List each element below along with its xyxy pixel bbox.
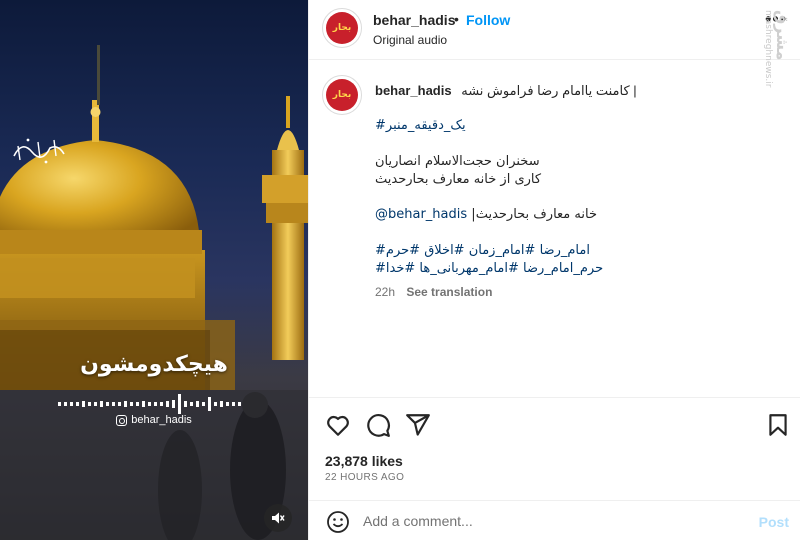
video-overlay-handle-text: behar_hadis: [131, 414, 192, 426]
watermark-logo-text: مشرق: [773, 10, 792, 61]
heart-icon[interactable]: [325, 412, 351, 438]
bookmark-icon[interactable]: [765, 412, 791, 438]
shrine-scene-image: [0, 45, 308, 540]
caption-speaker: سخنران حجت‌الاسلام انصاریان: [375, 154, 540, 169]
caption-avatar-logo-text: بحار: [332, 90, 352, 100]
emoji-icon[interactable]: [326, 510, 350, 534]
post-media-video[interactable]: هیچکدومشون behar_hadis: [0, 0, 308, 540]
comment-bar: Post: [309, 500, 800, 540]
audio-link[interactable]: Original audio: [373, 33, 447, 47]
caption-mention-row: @behar_hadis |خانه معارف بحارحدیث: [375, 206, 597, 224]
see-translation-button[interactable]: See translation: [406, 285, 492, 299]
likes-count[interactable]: 23,878 likes: [325, 453, 403, 469]
post-header: بحار behar_hadis • Follow Original audio…: [309, 0, 800, 60]
comment-input[interactable]: [363, 509, 743, 533]
caption-hashtags-row1: #امام_رضا #امام_زمان #اخلاق #حرم: [375, 242, 590, 260]
hashtags-link-row2[interactable]: #حرم_امام_رضا #امام_مهربانی_ها #خدا: [375, 261, 603, 276]
behar-hadis-logo-icon: [13, 138, 65, 164]
post-comment-button[interactable]: Post: [759, 514, 789, 530]
author-username[interactable]: behar_hadis: [373, 12, 455, 28]
separator-dot: •: [454, 11, 459, 27]
caption-meta: 22h See translation: [375, 285, 492, 299]
post-date[interactable]: 22 HOURS AGO: [325, 472, 404, 483]
mention-link[interactable]: @behar_hadis: [375, 207, 467, 222]
instagram-icon: [116, 414, 128, 426]
caption-hashtags-row2: #حرم_امام_رضا #امام_مهربانی_ها #خدا: [375, 260, 603, 278]
caption-hashtag-minbar-row: #یک_دقیقه_منبر: [375, 117, 466, 135]
comment-icon[interactable]: [365, 412, 391, 438]
caption-area: بحار behar_hadis کامنت یاامام رضا فراموش…: [309, 61, 800, 397]
caption-production: کاری از خانه معارف بحارحدیث: [375, 172, 542, 187]
share-icon[interactable]: [405, 412, 431, 438]
post-details-panel: بحار behar_hadis • Follow Original audio…: [308, 0, 800, 540]
author-avatar[interactable]: بحار: [322, 8, 362, 48]
post-actions: 23,878 likes 22 HOURS AGO: [309, 397, 800, 517]
caption-first-line: behar_hadis کامنت یاامام رضا فراموش نشه …: [375, 83, 637, 99]
follow-button[interactable]: Follow: [466, 12, 510, 28]
video-overlay-handle: behar_hadis: [0, 414, 308, 426]
video-overlay-title: هیچکدومشون: [80, 352, 228, 377]
speaker-muted-icon: [272, 512, 285, 524]
avatar-logo-text: بحار: [332, 23, 352, 33]
hashtags-link-row1[interactable]: #امام_رضا #امام_زمان #اخلاق #حرم: [375, 243, 590, 258]
mute-button[interactable]: [264, 504, 292, 532]
hashtag-minbar-link[interactable]: #یک_دقیقه_منبر: [375, 118, 466, 133]
caption-author-avatar[interactable]: بحار: [322, 75, 362, 115]
caption-username[interactable]: behar_hadis: [375, 83, 452, 98]
caption-text-line1: کامنت یاامام رضا فراموش نشه |: [461, 83, 637, 98]
audio-waveform-icon: [58, 394, 241, 414]
caption-time: 22h: [375, 285, 396, 299]
mention-suffix: |خانه معارف بحارحدیث: [471, 207, 597, 222]
